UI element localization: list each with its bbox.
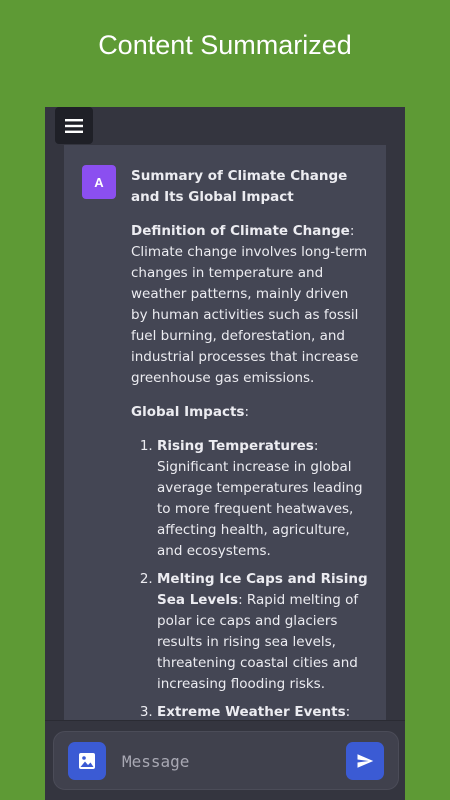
hamburger-menu-icon <box>65 118 83 133</box>
list-item: Melting Ice Caps and Rising Sea Levels: … <box>157 569 369 695</box>
message-content: Summary of Climate Change and Its Global… <box>131 166 369 725</box>
definition-label: Definition of Climate Change <box>131 223 350 239</box>
impact-text: : Significant increase in global average… <box>157 438 363 559</box>
attach-image-button[interactable] <box>68 742 106 780</box>
chat-screen: A Summary of Climate Change and Its Glob… <box>45 107 405 800</box>
send-icon <box>357 754 374 768</box>
message-input[interactable] <box>120 746 324 776</box>
send-button[interactable] <box>346 742 384 780</box>
impact-label: Extreme Weather Events <box>157 704 346 720</box>
list-item: Rising Temperatures: Significant increas… <box>157 436 369 562</box>
impact-label: Rising Temperatures <box>157 438 314 454</box>
composer-box <box>53 731 399 790</box>
impacts-colon: : <box>244 404 250 420</box>
assistant-message: A Summary of Climate Change and Its Glob… <box>64 145 386 725</box>
definition-text: : Climate change involves long-term chan… <box>131 223 368 386</box>
impacts-list: Rising Temperatures: Significant increas… <box>131 436 369 725</box>
impacts-label: Global Impacts <box>131 404 245 420</box>
image-icon <box>79 753 95 769</box>
menu-button[interactable] <box>55 107 93 144</box>
definition-paragraph: Definition of Climate Change: Climate ch… <box>131 221 369 389</box>
impacts-heading: Global Impacts: <box>131 402 369 423</box>
avatar: A <box>82 165 116 199</box>
page-headline: Content Summarized <box>98 30 352 60</box>
summary-title: Summary of Climate Change and Its Global… <box>131 168 348 205</box>
composer-bar <box>45 720 405 800</box>
